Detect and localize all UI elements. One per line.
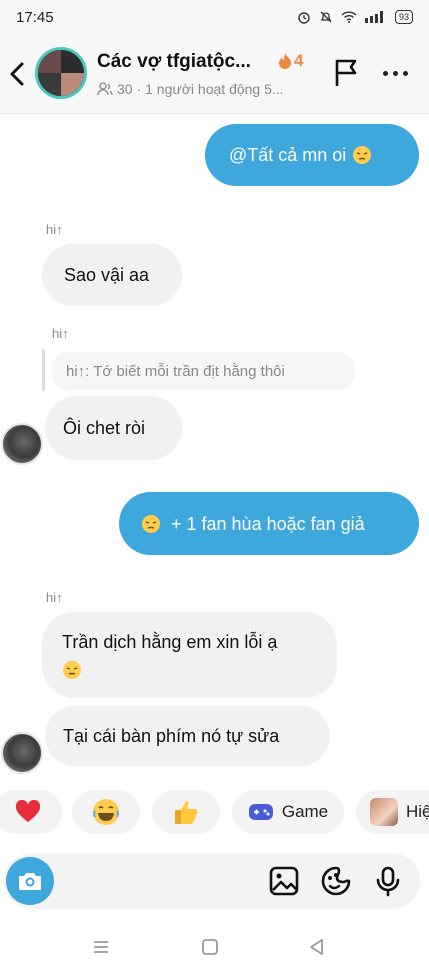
pensive-face-icon <box>353 146 372 164</box>
pensive-face-icon <box>63 661 81 680</box>
reaction-laugh[interactable] <box>72 790 140 834</box>
camera-button[interactable] <box>6 857 54 905</box>
group-title[interactable]: Các vợ tfgiatộc... <box>97 51 272 73</box>
gallery-button[interactable] <box>268 865 300 897</box>
sticker-chip-label: Hiệ <box>406 802 429 821</box>
sticker-chip[interactable]: Hiệ <box>356 790 429 834</box>
alarm-icon <box>298 12 310 24</box>
camera-icon <box>19 873 41 890</box>
message-composer <box>4 853 420 909</box>
message-text: Trần dịch hằng em xin lỗi ạ <box>62 632 278 652</box>
report-button[interactable] <box>332 58 362 88</box>
dot <box>403 70 408 76</box>
status-time: 17:45 <box>16 8 54 26</box>
group-avatar[interactable] <box>35 47 87 99</box>
gamepad-icon <box>248 804 273 820</box>
sticker-icon <box>321 866 351 896</box>
red-heart-icon <box>15 800 41 822</box>
triangle-back-icon <box>310 939 323 955</box>
back-nav-button[interactable] <box>306 936 328 958</box>
message-text: @Tất cả mn oi <box>229 145 347 165</box>
square-icon <box>202 939 218 955</box>
chat-header: Các vợ tfgiatộc... 4 30 · 1 người hoạt đ… <box>0 34 429 114</box>
message-bubble-incoming[interactable]: Sao vậi aa <box>42 244 182 306</box>
back-button[interactable] <box>4 58 30 90</box>
status-icons: 93 <box>297 10 413 24</box>
streak-badge: 4 <box>278 51 303 71</box>
message-bubble-outgoing[interactable]: + 1 fan hùa hoặc fan giả <box>119 492 419 555</box>
activity-status: · 1 người hoạt động 5... <box>136 81 284 97</box>
reaction-thumbs-up[interactable] <box>152 790 220 834</box>
message-text: Ôi chet ròi <box>63 418 146 438</box>
avatar-thumb <box>370 798 398 826</box>
pensive-face-icon <box>142 514 160 533</box>
quick-reactions-bar: Game Hiệ <box>0 790 429 840</box>
flame-icon <box>279 53 291 69</box>
message-text: + 1 fan hùa hoặc fan giả <box>171 513 365 534</box>
dot <box>393 70 398 76</box>
wifi-icon <box>341 11 357 23</box>
sender-name: hi↑ <box>46 222 63 237</box>
thumbs-up-icon <box>175 801 198 824</box>
menu-lines-icon <box>94 941 108 953</box>
sender-avatar[interactable] <box>1 423 43 465</box>
message-bubble-incoming[interactable]: Ôi chet ròi <box>45 396 182 460</box>
more-options-button[interactable] <box>383 68 413 78</box>
reply-text: hi↑: Tớ biết mỗi trần địt hằng thôi <box>66 362 285 380</box>
microphone-icon <box>376 866 400 897</box>
home-button[interactable] <box>199 936 221 958</box>
streak-count: 4 <box>294 51 304 70</box>
reply-quote[interactable]: hi↑: Tớ biết mỗi trần địt hằng thôi <box>52 352 355 390</box>
message-bubble-incoming[interactable]: Tại cái bàn phím nó tự sửa <box>45 706 330 766</box>
battery-icon: 93 <box>394 10 413 24</box>
sender-avatar[interactable] <box>1 732 43 774</box>
mute-icon <box>320 11 332 23</box>
group-subtitle: 30 · 1 người hoạt động 5... <box>97 81 284 97</box>
voice-button[interactable] <box>372 865 404 897</box>
dot <box>383 70 388 76</box>
reaction-heart[interactable] <box>0 790 62 834</box>
sticker-button[interactable] <box>320 865 352 897</box>
message-text: Sao vậi aa <box>64 265 150 285</box>
message-bubble-outgoing[interactable]: @Tất cả mn oi <box>205 124 419 186</box>
members-icon <box>97 82 113 96</box>
reply-indicator <box>42 349 45 391</box>
message-text: Tại cái bàn phím nó tự sửa <box>63 726 280 746</box>
chevron-left-icon <box>10 62 24 86</box>
member-count: 30 <box>117 81 133 97</box>
laughing-face-icon <box>93 799 119 825</box>
recents-button[interactable] <box>90 936 112 958</box>
message-input[interactable] <box>64 861 254 901</box>
system-nav-bar <box>0 920 429 974</box>
image-icon <box>269 866 299 896</box>
game-chip[interactable]: Game <box>232 790 344 834</box>
sender-name: hi↑ <box>52 326 69 341</box>
game-chip-label: Game <box>281 802 329 821</box>
signal-icon <box>364 11 383 23</box>
sender-name: hi↑ <box>46 590 63 605</box>
status-bar: 17:45 93 <box>0 0 429 34</box>
message-bubble-incoming[interactable]: Trần dịch hằng em xin lỗi ạ <box>42 612 337 698</box>
flag-icon <box>335 59 357 86</box>
